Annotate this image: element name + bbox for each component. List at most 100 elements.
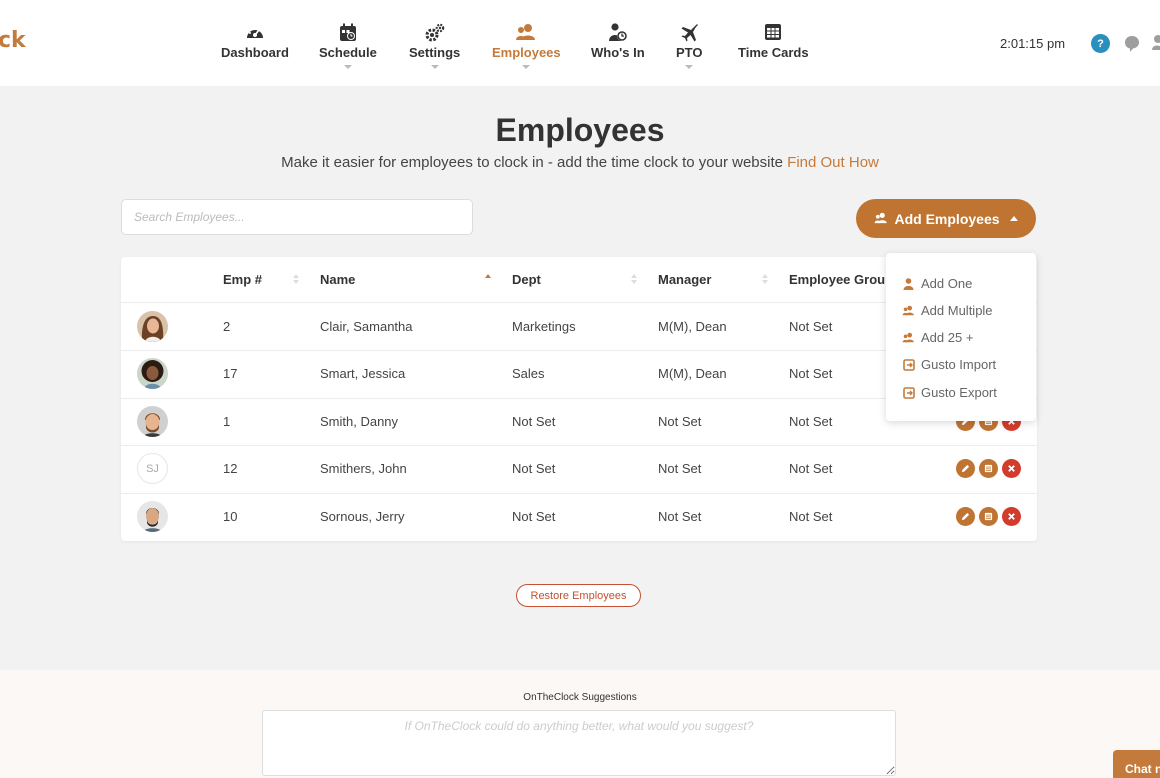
current-time: 2:01:15 pm — [1000, 36, 1066, 51]
add-employees-button[interactable]: Add Employees — [856, 199, 1036, 238]
sort-asc-icon[interactable] — [485, 274, 491, 280]
menu-item-gusto-import[interactable]: Gusto Import — [902, 357, 996, 372]
edit-employee-button[interactable] — [956, 507, 975, 526]
chat-bubble-icon[interactable] — [1124, 35, 1140, 58]
sort-icon[interactable] — [631, 274, 637, 284]
subtitle-text: Make it easier for employees to clock in… — [281, 154, 783, 171]
column-header-employee-group[interactable]: Employee Group — [789, 272, 893, 287]
row-divider — [121, 493, 1037, 494]
user-clock-icon — [607, 22, 629, 42]
page-subtitle: Make it easier for employees to clock in… — [0, 154, 1160, 171]
nav-settings[interactable]: Settings — [409, 22, 460, 69]
suggestions-label: OnTheClock Suggestions — [523, 692, 637, 703]
menu-item-label: Gusto Import — [921, 357, 997, 372]
column-header-dept[interactable]: Dept — [512, 272, 541, 287]
employee-dept: Sales — [512, 366, 545, 381]
users-icon — [874, 211, 888, 227]
chat-now-button[interactable]: Chat now — [1113, 750, 1160, 778]
avatar — [137, 311, 168, 342]
employee-group: Not Set — [789, 319, 833, 334]
chevron-down-icon — [685, 65, 694, 69]
nav-time-cards-label: Time Cards — [738, 45, 809, 60]
nav-schedule-label: Schedule — [319, 45, 377, 60]
nav-pto-label: PTO — [676, 45, 703, 60]
employee-name[interactable]: Smithers, John — [320, 461, 407, 476]
employee-manager: Not Set — [658, 414, 702, 429]
nav-schedule[interactable]: Schedule — [319, 22, 377, 69]
sort-icon[interactable] — [293, 274, 299, 284]
employee-group: Not Set — [789, 461, 833, 476]
find-out-how-link[interactable]: Find Out How — [787, 154, 879, 171]
help-button[interactable]: ? — [1091, 34, 1110, 53]
emp-number: 1 — [223, 414, 231, 429]
chevron-up-icon — [1009, 216, 1018, 221]
time-card-button[interactable] — [979, 507, 998, 526]
nav-time-cards[interactable]: Time Cards — [738, 22, 809, 60]
employee-name[interactable]: Smith, Danny — [320, 414, 398, 429]
table-icon — [762, 22, 784, 42]
close-icon — [1008, 513, 1015, 520]
employee-manager: Not Set — [658, 461, 702, 476]
nav-dashboard[interactable]: Dashboard — [221, 22, 289, 60]
menu-item-add-multiple[interactable]: Add Multiple — [902, 303, 993, 318]
pencil-icon — [961, 512, 970, 521]
speedometer-icon — [244, 22, 266, 42]
avatar — [137, 406, 168, 437]
nav-whos-in[interactable]: Who's In — [591, 22, 645, 60]
page-title: Employees — [495, 112, 665, 148]
employee-dept: Marketings — [512, 319, 576, 334]
emp-number: 10 — [223, 509, 238, 524]
menu-item-add-25[interactable]: Add 25 + — [902, 330, 973, 345]
menu-item-gusto-export[interactable]: Gusto Export — [902, 385, 997, 400]
employee-dept: Not Set — [512, 509, 556, 524]
menu-item-add-one[interactable]: Add One — [902, 276, 972, 291]
app-logo[interactable]: ck — [0, 28, 26, 53]
employee-name[interactable]: Smart, Jessica — [320, 366, 405, 381]
users-icon — [902, 305, 915, 316]
nav-settings-label: Settings — [409, 45, 461, 60]
employee-manager: M(M), Dean — [658, 366, 727, 381]
avatar-initials: SJ — [137, 453, 168, 484]
column-header-emp-number[interactable]: Emp # — [223, 272, 262, 287]
top-navigation-bar: ck Dashboard Schedule Settings Employees… — [0, 0, 1160, 86]
nav-whos-in-label: Who's In — [591, 45, 645, 60]
menu-item-label: Add Multiple — [921, 303, 993, 318]
avatar — [137, 358, 168, 389]
employee-dept: Not Set — [512, 461, 556, 476]
emp-number: 12 — [223, 461, 238, 476]
menu-item-label: Add 25 + — [921, 330, 974, 345]
nav-employees[interactable]: Employees — [492, 22, 561, 69]
gears-icon — [424, 22, 446, 42]
sign-in-icon — [902, 358, 915, 371]
employee-group: Not Set — [789, 414, 833, 429]
users-icon — [515, 22, 537, 42]
column-header-name[interactable]: Name — [320, 272, 355, 287]
search-employees-input[interactable] — [121, 199, 473, 235]
employee-manager: M(M), Dean — [658, 319, 727, 334]
chevron-down-icon — [522, 65, 531, 69]
delete-employee-button[interactable] — [1002, 507, 1021, 526]
suggestions-textarea[interactable] — [262, 710, 896, 776]
user-menu-icon[interactable] — [1152, 35, 1160, 56]
time-card-button[interactable] — [979, 459, 998, 478]
close-icon — [1008, 465, 1015, 472]
table-icon — [984, 464, 993, 473]
restore-employees-button[interactable]: Restore Employees — [516, 584, 641, 607]
employee-name[interactable]: Clair, Samantha — [320, 319, 413, 334]
emp-number: 17 — [223, 366, 238, 381]
pencil-icon — [961, 464, 970, 473]
column-header-manager[interactable]: Manager — [658, 272, 711, 287]
plane-icon — [678, 22, 700, 42]
edit-employee-button[interactable] — [956, 459, 975, 478]
employee-group: Not Set — [789, 366, 833, 381]
row-divider — [121, 445, 1037, 446]
nav-pto[interactable]: PTO — [676, 22, 703, 69]
emp-number: 2 — [223, 319, 231, 334]
sort-icon[interactable] — [762, 274, 768, 284]
add-employees-label: Add Employees — [894, 210, 1000, 227]
employee-name[interactable]: Sornous, Jerry — [320, 509, 405, 524]
employee-manager: Not Set — [658, 509, 702, 524]
delete-employee-button[interactable] — [1002, 459, 1021, 478]
calendar-icon — [337, 22, 359, 42]
menu-item-label: Add One — [921, 276, 973, 291]
